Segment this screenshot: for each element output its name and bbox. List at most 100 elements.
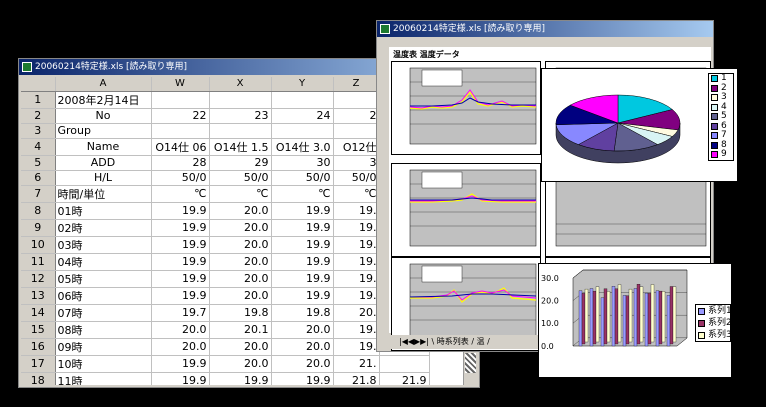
cell[interactable]: 20.0 — [209, 270, 272, 288]
cell[interactable]: 19.9 — [151, 372, 210, 385]
row-header[interactable]: 12 — [21, 270, 56, 288]
line-chart-1[interactable] — [391, 61, 541, 155]
cell[interactable]: 10時 — [55, 355, 152, 373]
cell[interactable]: Name — [55, 138, 152, 156]
cell[interactable]: 08時 — [55, 321, 152, 339]
cell[interactable]: 19. — [333, 338, 380, 356]
cell[interactable]: 20.0 — [151, 321, 210, 339]
cell[interactable]: 19.9 — [271, 253, 334, 271]
row-header[interactable]: 16 — [21, 338, 56, 356]
cell[interactable]: 20.0 — [209, 202, 272, 220]
cell[interactable]: 19.9 — [271, 287, 334, 305]
cell[interactable]: 19. — [333, 270, 380, 288]
cell[interactable]: 19.9 — [271, 372, 334, 385]
cell[interactable]: 20.0 — [209, 355, 272, 373]
cell[interactable]: O14仕 06 — [151, 138, 210, 156]
cell[interactable]: 06時 — [55, 287, 152, 305]
row-header[interactable]: 3 — [21, 123, 56, 139]
cell[interactable]: 20.0 — [271, 355, 334, 373]
cell[interactable]: 19.9 — [151, 219, 210, 237]
cell[interactable] — [151, 91, 210, 109]
cell[interactable]: 19.9 — [151, 355, 210, 373]
row-header[interactable]: 5 — [21, 155, 56, 171]
cell[interactable]: 19.9 — [271, 236, 334, 254]
cell[interactable]: 19. — [333, 236, 380, 254]
cell[interactable]: O14仕 3.0 — [271, 138, 334, 156]
row-header[interactable]: 1 — [21, 91, 56, 109]
scroll-thumb[interactable] — [465, 353, 476, 373]
bar-chart-popup[interactable]: 30.0 20.0 10.0 0.0 系列1 系列2 系列3 — [538, 263, 732, 378]
cell[interactable]: 04時 — [55, 253, 152, 271]
cell[interactable]: 22 — [151, 108, 210, 124]
cell[interactable]: 19.9 — [151, 287, 210, 305]
cell[interactable]: 50/0 — [209, 170, 272, 186]
cell[interactable]: 21.9 — [379, 372, 430, 385]
cell[interactable]: 20.0 — [271, 338, 334, 356]
cell[interactable]: 20. — [333, 304, 380, 322]
cell[interactable]: 19.9 — [271, 219, 334, 237]
cell[interactable]: 09時 — [55, 338, 152, 356]
cell[interactable]: 20.0 — [271, 321, 334, 339]
row-header[interactable]: 4 — [21, 138, 56, 156]
cell[interactable]: 23 — [209, 108, 272, 124]
row-header[interactable]: 14 — [21, 304, 56, 322]
cell[interactable]: 20.1 — [209, 321, 272, 339]
cell[interactable]: O14仕 1.5 — [209, 138, 272, 156]
cell[interactable]: 19. — [333, 202, 380, 220]
cell[interactable]: ADD — [55, 155, 152, 171]
cell[interactable]: 19. — [333, 253, 380, 271]
cell[interactable]: 19.9 — [151, 253, 210, 271]
cell[interactable]: 19.9 — [209, 372, 272, 385]
cell[interactable]: ℃ — [271, 185, 334, 203]
cell[interactable]: 11時 — [55, 372, 152, 385]
cell[interactable] — [333, 91, 380, 109]
cell-table[interactable]: A W X Y Z 1 2008年2月14日 2 No 22 23 24 2 3 Group 4 Name O14… — [21, 77, 430, 385]
cell[interactable]: 19.7 — [151, 304, 210, 322]
column-header[interactable]: A — [55, 77, 152, 92]
cell[interactable]: 01時 — [55, 202, 152, 220]
cell[interactable]: 2008年2月14日 — [55, 91, 152, 109]
column-header[interactable]: W — [151, 77, 210, 92]
cell[interactable]: 2 — [333, 108, 380, 124]
cell[interactable]: 02時 — [55, 219, 152, 237]
row-header[interactable]: 9 — [21, 219, 56, 237]
column-header[interactable]: Z — [333, 77, 380, 92]
cell[interactable]: 24 — [271, 108, 334, 124]
column-header[interactable]: X — [209, 77, 272, 92]
cell[interactable]: 19.9 — [271, 270, 334, 288]
cell[interactable] — [271, 91, 334, 109]
cell[interactable]: ℃ — [209, 185, 272, 203]
cell[interactable]: 50/0 — [333, 170, 380, 186]
cell[interactable]: 50/0 — [271, 170, 334, 186]
cell[interactable]: 20.0 — [209, 253, 272, 271]
pie-chart-popup[interactable]: 123456789 — [541, 68, 738, 182]
cell[interactable]: 19.9 — [151, 270, 210, 288]
cell[interactable]: No — [55, 108, 152, 124]
cell[interactable]: H/L — [55, 170, 152, 186]
cell[interactable]: 19.9 — [151, 202, 210, 220]
cell[interactable]: 19. — [333, 219, 380, 237]
row-header[interactable]: 18 — [21, 372, 56, 385]
cell[interactable]: 20.0 — [209, 219, 272, 237]
cell[interactable]: 19.9 — [151, 236, 210, 254]
cell[interactable]: 05時 — [55, 270, 152, 288]
row-header[interactable]: 8 — [21, 202, 56, 220]
cell[interactable]: 21.8 — [333, 372, 380, 385]
cell[interactable] — [271, 123, 334, 139]
bar-legend[interactable]: 系列1 系列2 系列3 — [695, 304, 732, 342]
row-header[interactable]: 11 — [21, 253, 56, 271]
cell[interactable]: ℃ — [151, 185, 210, 203]
cell[interactable]: 19.9 — [271, 202, 334, 220]
column-header[interactable]: Y — [271, 77, 334, 92]
row-header[interactable]: 7 — [21, 185, 56, 203]
cell[interactable]: 19.8 — [209, 304, 272, 322]
cell[interactable]: 3 — [333, 155, 380, 171]
row-header[interactable]: 2 — [21, 108, 56, 124]
cell[interactable] — [209, 123, 272, 139]
cell[interactable]: 29 — [209, 155, 272, 171]
row-header[interactable]: 13 — [21, 287, 56, 305]
row-header[interactable]: 6 — [21, 170, 56, 186]
pie-legend[interactable]: 123456789 — [708, 73, 734, 161]
column-header[interactable] — [21, 77, 56, 92]
cell[interactable]: O12仕 — [333, 138, 380, 156]
